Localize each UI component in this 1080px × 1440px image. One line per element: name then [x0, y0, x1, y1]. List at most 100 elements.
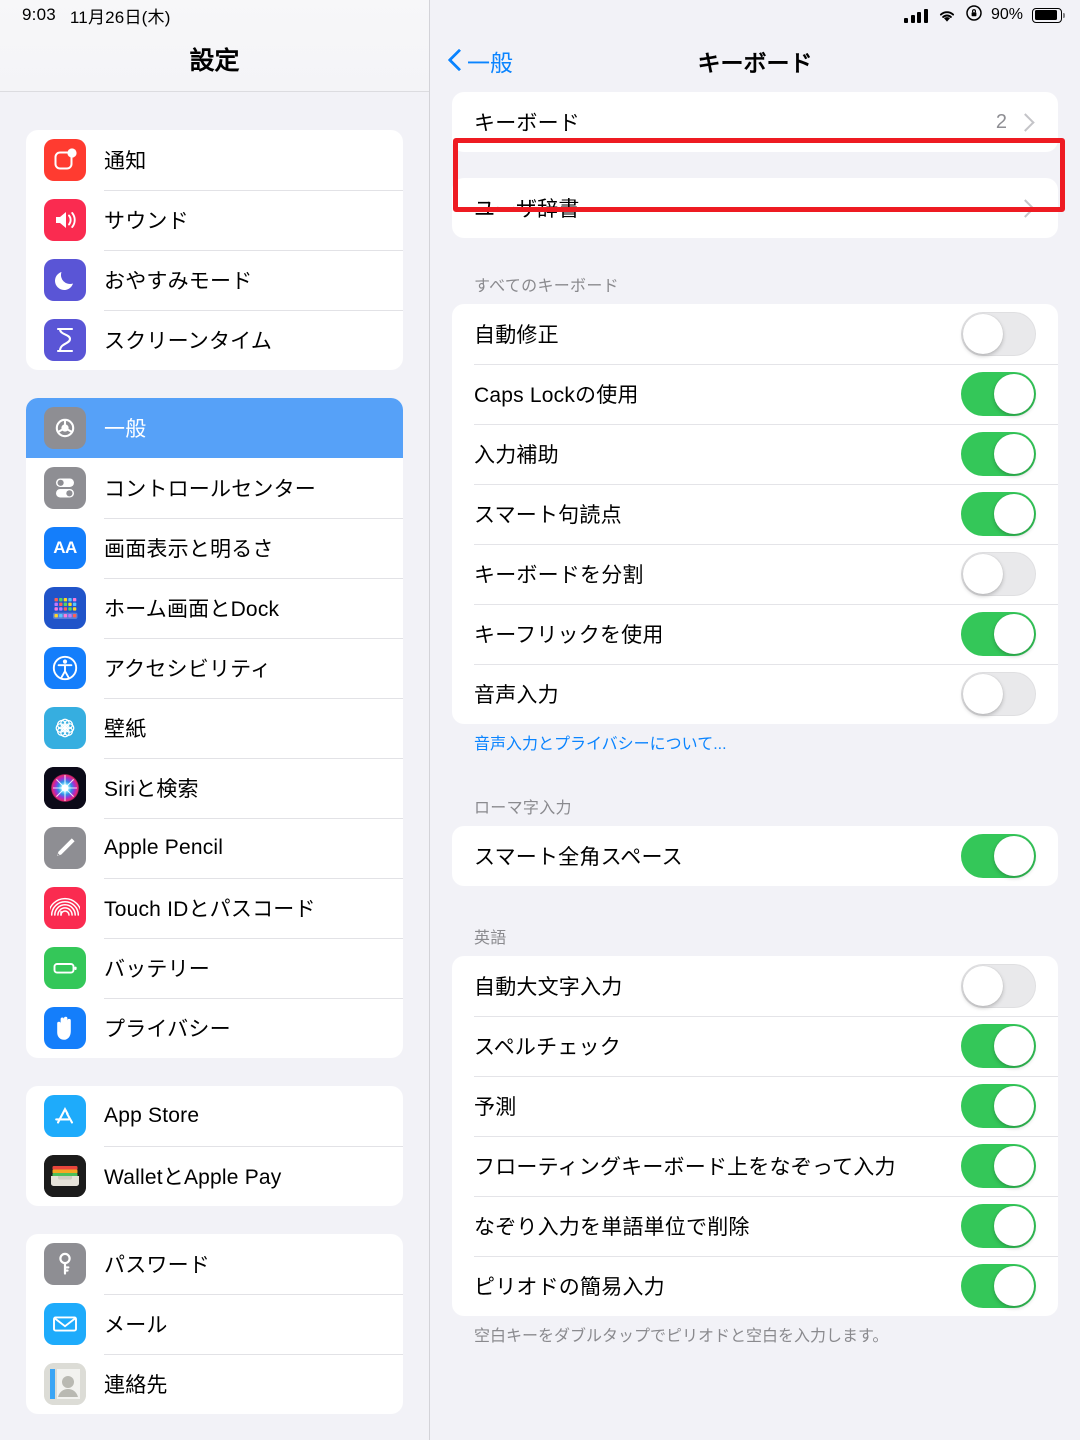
sound-icon — [44, 199, 86, 241]
home-screen-dock-icon — [44, 587, 86, 629]
sidebar-item-1-g2[interactable]: WalletとApple Pay — [26, 1146, 403, 1206]
toggle-row[interactable]: Caps Lockの使用 — [452, 364, 1058, 424]
sidebar-item-1-g1[interactable]: コントロールセンター — [26, 458, 403, 518]
sidebar-item-0-g1[interactable]: 一般 — [26, 398, 403, 458]
sidebar-item-label: 壁紙 — [104, 718, 147, 741]
toggle-switch[interactable] — [961, 672, 1036, 716]
display-brightness-icon: AA — [44, 527, 86, 569]
accessibility-icon — [44, 647, 86, 689]
chevron-left-icon — [448, 49, 461, 73]
toggle-row[interactable]: 予測 — [452, 1076, 1058, 1136]
toggle-knob — [994, 1206, 1034, 1247]
control-center-icon — [44, 467, 86, 509]
toggle-knob — [994, 614, 1034, 654]
detail-header: 一般 キーボード — [430, 0, 1080, 92]
sidebar-group: パスワード メール 連絡先 — [26, 1234, 403, 1414]
toggle-switch[interactable] — [961, 834, 1036, 879]
detail-scroll-area[interactable]: キーボード 2 ユーザ辞書 すべてのキーボード 自動修正 Caps Lockの使用入… — [430, 92, 1080, 1349]
sidebar-item-0-g0[interactable]: 通知 — [26, 130, 403, 190]
toggle-switch[interactable] — [961, 432, 1036, 476]
user-dictionary-row[interactable]: ユーザ辞書 — [452, 178, 1058, 238]
sidebar-item-0-g3[interactable]: パスワード — [26, 1234, 403, 1294]
back-button[interactable]: 一般 — [448, 44, 513, 78]
sidebar-item-5-g1[interactable]: 壁紙 — [26, 698, 403, 758]
toggle-switch[interactable] — [961, 492, 1036, 536]
toggle-row[interactable]: スペルチェック — [452, 1016, 1058, 1076]
detail-title: キーボード — [697, 50, 813, 76]
sidebar-item-label: 一般 — [104, 418, 147, 441]
toggle-row[interactable]: 自動大文字入力 — [452, 956, 1058, 1016]
sidebar-item-4-g1[interactable]: アクセシビリティ — [26, 638, 403, 698]
toggle-switch[interactable] — [961, 372, 1036, 416]
toggle-row[interactable]: 入力補助 — [452, 424, 1058, 484]
sidebar-item-label: 通知 — [104, 150, 147, 173]
sidebar-item-2-g0[interactable]: おやすみモード — [26, 250, 403, 310]
sidebar-item-label: Apple Pencil — [104, 836, 224, 859]
toggle-switch[interactable] — [961, 1084, 1036, 1129]
sidebar-item-3-g1[interactable]: ホーム画面とDock — [26, 578, 403, 638]
toggle-knob — [994, 1026, 1034, 1067]
do-not-disturb-icon — [44, 259, 86, 301]
sidebar-item-3-g0[interactable]: スクリーンタイム — [26, 310, 403, 370]
toggle-row[interactable]: なぞり入力を単語単位で削除 — [452, 1196, 1058, 1256]
sidebar-item-label: バッテリー — [104, 958, 210, 981]
toggle-row[interactable]: フローティングキーボード上をなぞって入力 — [452, 1136, 1058, 1196]
sidebar-group: 一般コントロールセンター AA 画面表示と明るさ ホーム画面とDock アクセシビリティ… — [26, 398, 403, 1058]
sidebar-item-10-g1[interactable]: プライバシー — [26, 998, 403, 1058]
sidebar-item-label: App Store — [104, 1104, 200, 1127]
sidebar-item-6-g1[interactable]: Siriと検索 — [26, 758, 403, 818]
sidebar-item-2-g1[interactable]: AA 画面表示と明るさ — [26, 518, 403, 578]
sidebar-item-7-g1[interactable]: Apple Pencil — [26, 818, 403, 878]
sidebar-item-label: プライバシー — [104, 1018, 231, 1041]
toggle-knob — [994, 374, 1034, 414]
sidebar-item-8-g1[interactable]: Touch IDとパスコード — [26, 878, 403, 938]
toggle-switch[interactable] — [961, 1264, 1036, 1309]
sidebar-item-1-g3[interactable]: メール — [26, 1294, 403, 1354]
toggle-switch[interactable] — [961, 964, 1036, 1009]
keyboards-row[interactable]: キーボード 2 — [452, 92, 1058, 152]
toggle-row-label: 音声入力 — [474, 684, 559, 707]
footnote-text: 空白キーをダブルタップでピリオドと空白を入力します。 — [474, 1328, 889, 1346]
user-dictionary-row-label: ユーザ辞書 — [474, 198, 580, 221]
sidebar-item-0-g2[interactable]: App Store — [26, 1086, 403, 1146]
settings-card: 自動大文字入力 スペルチェック 予測フローティングキーボード上をなぞって入力 なぞり入… — [452, 956, 1058, 1317]
screen-time-icon — [44, 319, 86, 361]
back-button-label: 一般 — [467, 50, 513, 76]
toggle-knob — [994, 1266, 1034, 1307]
sidebar-group: App Store WalletとApple Pay — [26, 1086, 403, 1206]
toggle-switch[interactable] — [961, 1144, 1036, 1189]
ipad-settings-screen: 9:03 11月26日(木) 90% 設定 通知 サウンド おやすみモード スク… — [0, 0, 1080, 1440]
toggle-row[interactable]: ピリオドの簡易入力 — [452, 1256, 1058, 1316]
toggle-row[interactable]: 自動修正 — [452, 304, 1058, 364]
keyboards-card: キーボード 2 — [452, 92, 1058, 152]
touch-id-icon — [44, 887, 86, 929]
footnote-link[interactable]: 音声入力とプライバシーについて... — [452, 724, 1058, 756]
wallet-icon — [44, 1155, 86, 1197]
keyboards-row-label: キーボード — [474, 112, 580, 135]
keyboards-row-value: 2 — [995, 110, 1007, 133]
toggle-row[interactable]: 音声入力 — [452, 664, 1058, 724]
section-header: ローマ字入力 — [474, 800, 572, 818]
sidebar-item-2-g3[interactable]: 連絡先 — [26, 1354, 403, 1414]
sidebar-item-label: Touch IDとパスコード — [104, 898, 316, 921]
sidebar-item-1-g0[interactable]: サウンド — [26, 190, 403, 250]
page-title: 設定 — [189, 47, 240, 75]
toggle-switch[interactable] — [961, 312, 1036, 356]
toggle-switch[interactable] — [961, 1024, 1036, 1069]
toggle-row-label: フローティングキーボード上をなぞって入力 — [474, 1156, 896, 1180]
sidebar-item-label: スクリーンタイム — [104, 330, 273, 353]
toggle-row[interactable]: スマート句読点 — [452, 484, 1058, 544]
sidebar-item-9-g1[interactable]: バッテリー — [26, 938, 403, 998]
toggle-row[interactable]: キーフリックを使用 — [452, 604, 1058, 664]
toggle-switch[interactable] — [961, 1204, 1036, 1249]
toggle-switch[interactable] — [961, 552, 1036, 596]
toggle-row[interactable]: キーボードを分割 — [452, 544, 1058, 604]
toggle-row-label: なぞり入力を単語単位で削除 — [474, 1216, 750, 1240]
toggle-knob — [994, 434, 1034, 474]
sidebar-scroll-area[interactable]: 通知サウンド おやすみモードスクリーンタイム 一般コントロールセンター AA 画面表示と… — [0, 130, 429, 1414]
toggle-row[interactable]: スマート全角スペース — [452, 826, 1058, 886]
toggle-switch[interactable] — [961, 612, 1036, 656]
toggle-row-label: 入力補助 — [474, 444, 559, 467]
